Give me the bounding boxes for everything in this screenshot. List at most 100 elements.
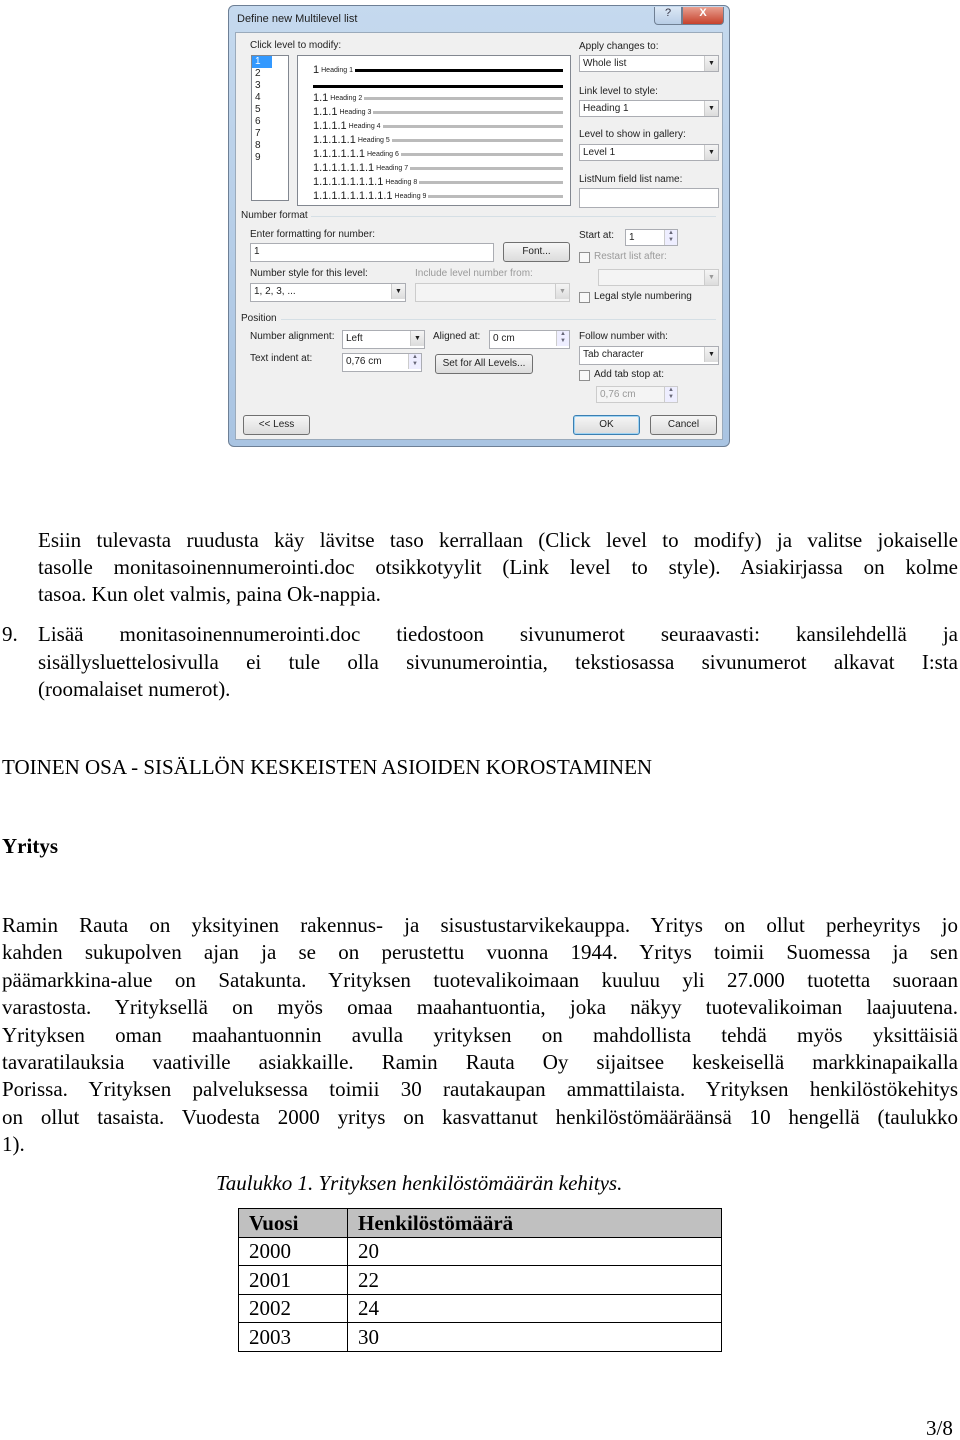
- table-row: 2001 22: [238, 1265, 722, 1295]
- preview-line: 1.1.1.1.1.1 Heading 6: [313, 148, 563, 160]
- position-label: Position: [241, 313, 277, 324]
- preview-line: 1.1.1.1 Heading 4: [313, 120, 563, 132]
- preview-line: 1.1.1.1.1 Heading 5: [313, 134, 563, 146]
- start-at-value: 1: [629, 232, 635, 243]
- preview-line: 1 Heading 1: [313, 64, 563, 76]
- restart-list-checkbox[interactable]: [579, 252, 590, 263]
- help-button[interactable]: ?: [654, 7, 682, 25]
- dialog-title: Define new Multilevel list: [237, 13, 358, 25]
- alignment-dropdown[interactable]: Left ▼: [342, 330, 425, 349]
- text-line: on ollut tasaista. Vuodesta 2000 yritys …: [2, 1104, 958, 1129]
- start-at-label: Start at:: [579, 230, 615, 241]
- cancel-button[interactable]: Cancel: [650, 415, 717, 435]
- chevron-down-icon: ▼: [391, 284, 405, 299]
- staff-table: Vuosi Henkilöstömäärä 2000 20 2001 22 2002…: [238, 1208, 722, 1352]
- preview-number: 1.1.1.1: [313, 120, 347, 132]
- preview-heading: Heading 9: [394, 192, 427, 200]
- level-option[interactable]: 1: [252, 56, 272, 68]
- gallery-dropdown[interactable]: Level 1 ▼: [579, 144, 719, 161]
- set-for-all-levels-button[interactable]: Set for All Levels...: [435, 354, 533, 374]
- preview-rule: [382, 124, 563, 128]
- aligned-at-label: Aligned at:: [433, 331, 481, 342]
- restart-list-dropdown[interactable]: ▼: [598, 269, 719, 286]
- preview-rule: [373, 110, 563, 114]
- divider: [311, 216, 716, 217]
- text-indent-input[interactable]: 0,76 cm ▲ ▼: [342, 353, 422, 372]
- level-option[interactable]: 8: [252, 140, 288, 152]
- preview-rule: [410, 166, 563, 170]
- follow-number-dropdown[interactable]: Tab character ▼: [579, 346, 719, 365]
- apply-changes-dropdown[interactable]: Whole list ▼: [579, 55, 719, 72]
- level-list[interactable]: 123456789: [251, 55, 289, 201]
- preview-heading: Heading 5: [357, 136, 390, 144]
- number-format-input[interactable]: 1: [250, 243, 494, 262]
- multilevel-list-dialog: Define new Multilevel list ? X Click lev…: [228, 5, 730, 447]
- spinner-icon[interactable]: ▲ ▼: [556, 331, 569, 346]
- preview-line: 1.1.1.1.1.1.1.1 Heading 8: [313, 176, 563, 188]
- count-cell: 22: [347, 1265, 722, 1295]
- header-cell: Henkilöstömäärä: [347, 1208, 722, 1238]
- ok-button[interactable]: OK: [573, 415, 640, 435]
- level-option[interactable]: 4: [252, 92, 288, 104]
- less-button[interactable]: << Less: [243, 415, 310, 435]
- include-level-label: Include level number from:: [415, 268, 533, 279]
- listnum-label: ListNum field list name:: [579, 174, 683, 185]
- spinner-icon[interactable]: ▲ ▼: [408, 354, 421, 369]
- link-level-label: Link level to style:: [579, 86, 658, 97]
- text-line: varastosta. Yrityksellä on myös omaa maa…: [2, 995, 958, 1020]
- aligned-at-value: 0 cm: [493, 333, 515, 344]
- level-option[interactable]: 9: [252, 152, 288, 164]
- section-heading: TOINEN OSA - SISÄLLÖN KESKEISTEN ASIOIDE…: [2, 755, 653, 779]
- text-indent-label: Text indent at:: [250, 353, 313, 364]
- chevron-down-icon: ▼: [704, 145, 718, 160]
- preview-number: 1.1.1.1.1.1.1.1.1: [313, 190, 393, 202]
- text-line: Lisää monitasoinennumerointi.doc tiedost…: [38, 622, 958, 646]
- header-cell: Vuosi: [238, 1208, 348, 1238]
- legal-style-checkbox[interactable]: [579, 292, 590, 303]
- link-level-dropdown[interactable]: Heading 1 ▼: [579, 100, 719, 117]
- level-option[interactable]: 5: [252, 104, 288, 116]
- text-line: tasolle monitasoinennumerointi.doc otsik…: [38, 555, 958, 579]
- follow-number-value: Tab character: [583, 349, 644, 360]
- preview-line: 1.1.1.1.1.1.1.1.1 Heading 9: [313, 190, 563, 202]
- count-cell: 20: [347, 1236, 722, 1266]
- spinner-icon[interactable]: ▲ ▼: [664, 387, 677, 402]
- level-option[interactable]: 3: [252, 80, 288, 92]
- level-option[interactable]: 7: [252, 128, 288, 140]
- alignment-value: Left: [346, 333, 363, 344]
- preview-number: 1.1.1.1.1.1.1.1: [313, 176, 384, 188]
- text-indent-value: 0,76 cm: [346, 356, 382, 367]
- preview-rule: [364, 96, 563, 100]
- font-button[interactable]: Font...: [503, 242, 570, 262]
- gallery-label: Level to show in gallery:: [579, 129, 686, 140]
- add-tab-stop-checkbox[interactable]: [579, 370, 590, 381]
- text-line: 1).: [2, 1132, 25, 1157]
- preview-rule: [391, 138, 563, 142]
- add-tab-stop-input[interactable]: 0,76 cm ▲ ▼: [596, 386, 678, 403]
- alignment-label: Number alignment:: [250, 331, 335, 342]
- text-line: Esiin tulevasta ruudusta käy lävitse tas…: [38, 528, 958, 552]
- start-at-input[interactable]: 1 ▲ ▼: [625, 229, 678, 246]
- restart-list-label: Restart list after:: [594, 251, 667, 262]
- number-style-dropdown[interactable]: 1, 2, 3, ... ▼: [250, 283, 406, 302]
- preview-number: 1.1.1.1.1.1.1: [313, 162, 375, 174]
- preview-number: 1.1: [313, 92, 329, 104]
- text-line: Ramin Rauta on yksityinen rakennus- ja s…: [2, 913, 958, 937]
- preview-heading: Heading 1: [321, 66, 354, 74]
- number-style-value: 1, 2, 3, ...: [254, 286, 296, 297]
- text-line: tasoa. Kun olet valmis, paina Ok-nappia.: [38, 582, 381, 606]
- preview-heading: Heading 3: [339, 108, 372, 116]
- listnum-input[interactable]: [579, 188, 719, 208]
- aligned-at-input[interactable]: 0 cm ▲ ▼: [489, 330, 570, 349]
- spinner-icon[interactable]: ▲ ▼: [664, 230, 677, 245]
- gallery-value: Level 1: [583, 147, 616, 158]
- text-line: Porissa. Yrityksen palveluksessa toimii …: [2, 1077, 958, 1102]
- table-caption: Taulukko 1. Yrityksen henkilöstömäärän k…: [216, 1171, 623, 1195]
- close-button[interactable]: X: [682, 7, 724, 25]
- apply-changes-label: Apply changes to:: [579, 41, 659, 52]
- include-level-dropdown[interactable]: ▼: [415, 283, 570, 302]
- preview-number: 1.1.1: [313, 106, 338, 118]
- preview-line: 1.1.1 Heading 3: [313, 106, 563, 118]
- level-option[interactable]: 6: [252, 116, 288, 128]
- level-option[interactable]: 2: [252, 68, 288, 80]
